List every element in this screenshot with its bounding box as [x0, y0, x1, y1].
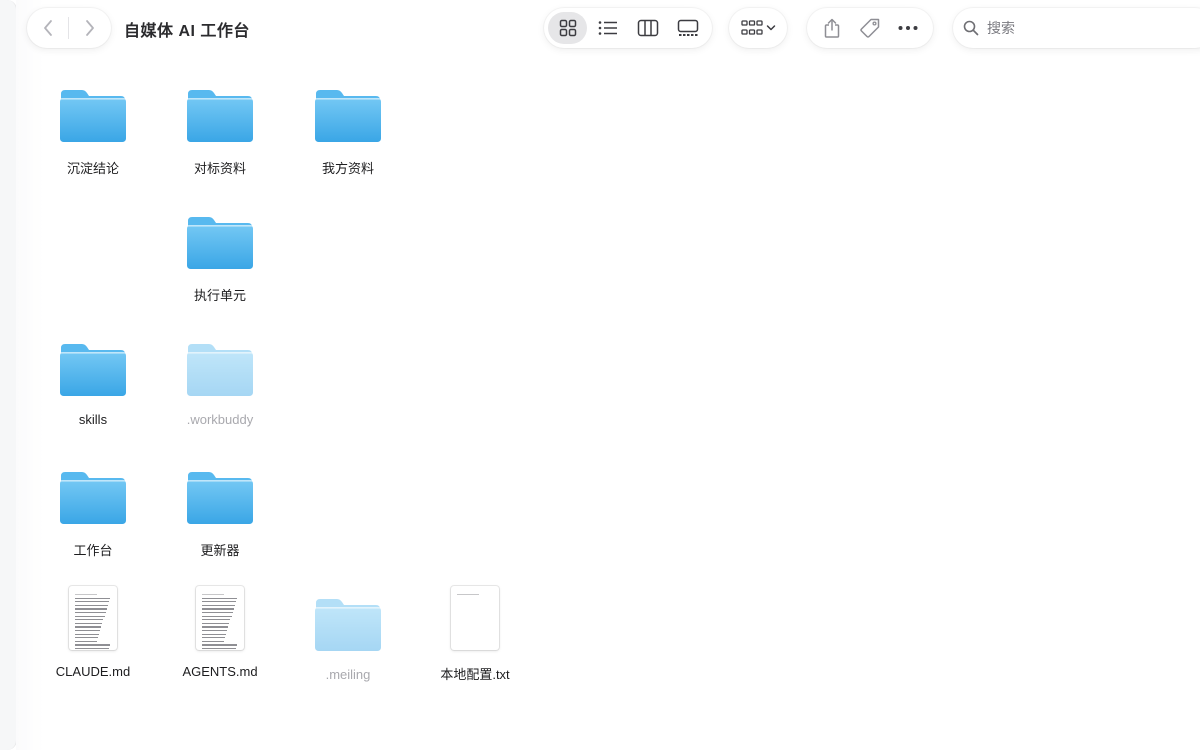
search-icon [963, 20, 979, 36]
folder-item[interactable]: 执行单元 [160, 209, 280, 304]
chevron-down-icon [766, 25, 775, 31]
folder-icon [180, 209, 260, 271]
folder-icon [180, 336, 260, 398]
folder-icon [53, 82, 133, 144]
file-item[interactable]: 本地配置.txt [415, 586, 535, 683]
markdown-file-icon [180, 586, 260, 650]
folder-icon [180, 82, 260, 144]
list-view-button[interactable] [588, 12, 627, 44]
gallery-icon [677, 19, 698, 36]
navigation-group [27, 8, 111, 48]
item-label: AGENTS.md [182, 664, 258, 679]
column-view-button[interactable] [628, 12, 667, 44]
folder-icon [308, 82, 388, 144]
tag-icon [860, 18, 880, 38]
search-box [953, 8, 1200, 48]
columns-icon [637, 19, 658, 37]
text-file-icon [435, 586, 515, 650]
more-button[interactable] [890, 12, 926, 44]
folder-item[interactable]: .meiling [288, 591, 408, 682]
gallery-view-button[interactable] [668, 12, 707, 44]
list-icon [598, 21, 617, 35]
chevron-right-icon [85, 20, 94, 36]
icon-view-button[interactable] [548, 12, 587, 44]
file-item[interactable]: CLAUDE.md [33, 586, 153, 679]
item-label: 本地配置.txt [440, 667, 510, 682]
chevron-left-icon [43, 20, 52, 36]
folder-icon [53, 336, 133, 398]
folder-icon [308, 591, 388, 653]
folder-item[interactable]: 工作台 [33, 464, 153, 559]
sidebar-edge [0, 0, 17, 750]
window-title: 自媒体 AI 工作台 [124, 23, 250, 40]
item-label: 工作台 [73, 543, 113, 558]
folder-item[interactable]: .workbuddy [160, 336, 280, 427]
view-mode-control [544, 8, 712, 48]
group-by-button[interactable] [729, 8, 787, 48]
folder-item[interactable]: skills [33, 336, 153, 427]
folder-item[interactable]: 更新器 [160, 464, 280, 559]
more-icon [898, 26, 918, 30]
folder-item[interactable]: 我方资料 [288, 82, 408, 177]
actions-group [807, 8, 933, 48]
folder-icon [53, 464, 133, 526]
tag-button[interactable] [852, 12, 888, 44]
group-by-icon [740, 20, 763, 35]
item-label: CLAUDE.md [55, 664, 131, 679]
share-button[interactable] [814, 12, 850, 44]
forward-button[interactable] [69, 8, 110, 48]
item-label: 更新器 [200, 543, 240, 558]
item-label: .workbuddy [186, 412, 254, 427]
item-label: .meiling [325, 667, 371, 682]
folder-item[interactable]: 对标资料 [160, 82, 280, 177]
file-item[interactable]: AGENTS.md [160, 586, 280, 679]
item-label: 对标资料 [193, 161, 246, 176]
share-icon [824, 18, 840, 38]
item-label: skills [78, 412, 108, 427]
grid-icon [559, 19, 576, 37]
folder-icon [180, 464, 260, 526]
item-label: 沉淀结论 [66, 161, 119, 176]
markdown-file-icon [53, 586, 133, 650]
item-label: 我方资料 [321, 161, 374, 176]
back-button[interactable] [27, 8, 68, 48]
item-label: 执行单元 [193, 288, 246, 303]
folder-item[interactable]: 沉淀结论 [33, 82, 153, 177]
search-input[interactable] [987, 20, 1187, 36]
